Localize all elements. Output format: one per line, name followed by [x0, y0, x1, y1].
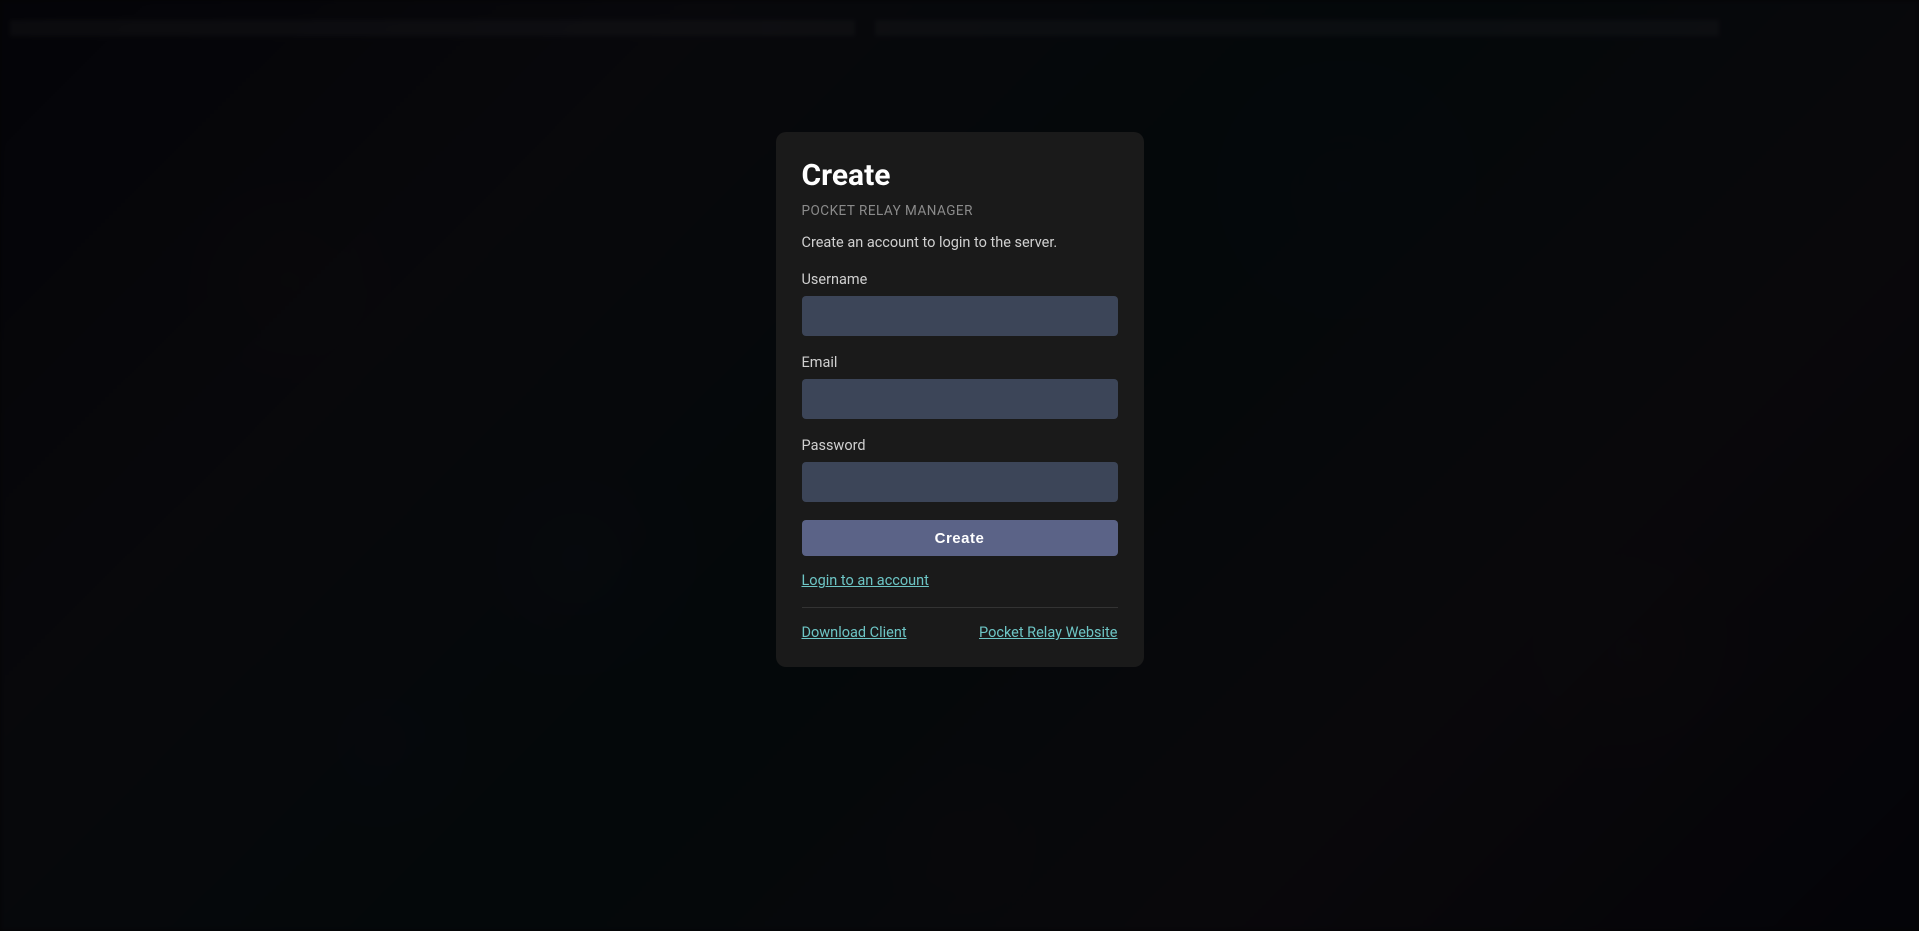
download-client-link[interactable]: Download Client [802, 624, 907, 641]
login-link[interactable]: Login to an account [802, 572, 929, 589]
footer-links: Download Client Pocket Relay Website [802, 624, 1118, 641]
modal-subtitle: POCKET RELAY MANAGER [802, 203, 1118, 219]
username-group: Username [802, 271, 1118, 336]
email-group: Email [802, 354, 1118, 419]
create-account-modal: Create POCKET RELAY MANAGER Create an ac… [776, 132, 1144, 667]
username-label: Username [802, 271, 1118, 288]
email-label: Email [802, 354, 1118, 371]
divider [802, 607, 1118, 608]
password-input[interactable] [802, 462, 1118, 502]
website-link[interactable]: Pocket Relay Website [979, 624, 1117, 641]
modal-title: Create [802, 158, 1118, 193]
username-input[interactable] [802, 296, 1118, 336]
create-button[interactable]: Create [802, 520, 1118, 556]
password-label: Password [802, 437, 1118, 454]
modal-description: Create an account to login to the server… [802, 233, 1118, 253]
password-group: Password [802, 437, 1118, 502]
email-input[interactable] [802, 379, 1118, 419]
